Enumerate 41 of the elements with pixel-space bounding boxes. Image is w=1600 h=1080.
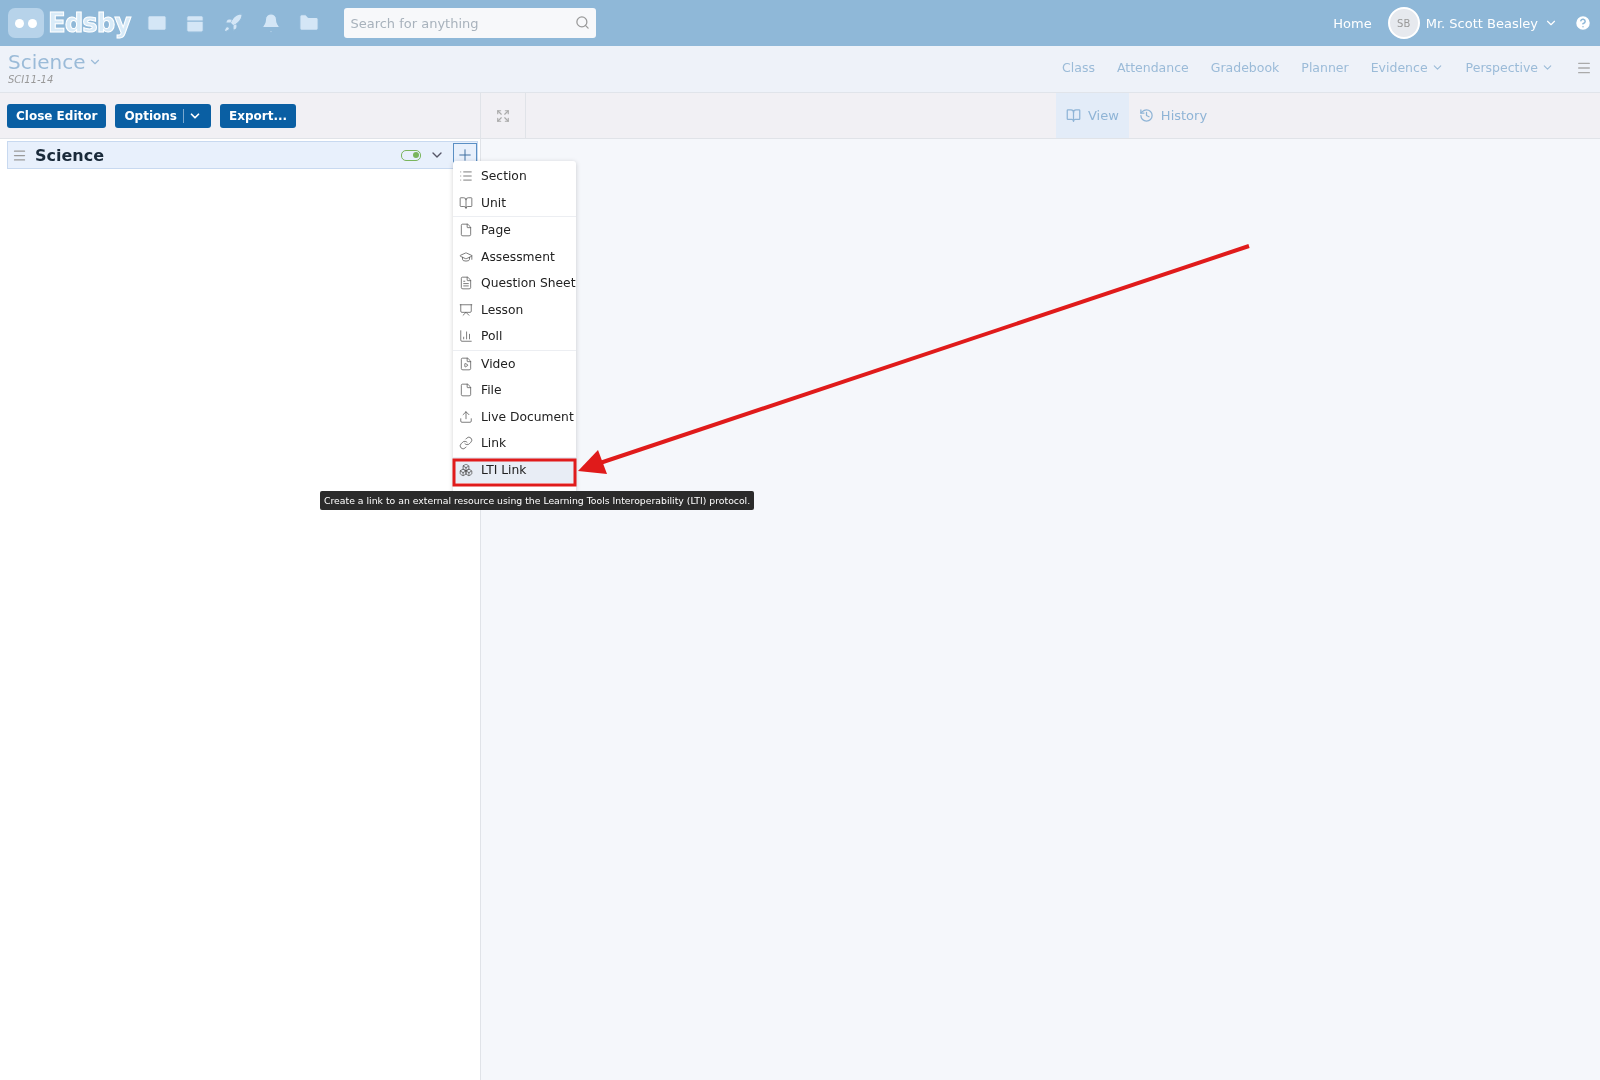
- document-icon: [459, 383, 473, 398]
- menu-item[interactable]: Assessment: [453, 243, 576, 270]
- upload-icon: [459, 409, 473, 424]
- menu-item[interactable]: Link: [453, 430, 576, 457]
- menu-item[interactable]: Lesson: [453, 296, 576, 323]
- outline-title: Science: [35, 145, 106, 165]
- class-code: SCI11-14: [8, 74, 55, 85]
- export-button[interactable]: Export...: [220, 103, 297, 128]
- graduation-cap-icon: [459, 249, 473, 264]
- options-button[interactable]: Options: [115, 103, 211, 128]
- help-icon[interactable]: [1574, 14, 1592, 32]
- video-file-icon: [459, 356, 473, 371]
- search-icon[interactable]: [575, 15, 591, 30]
- presentation-icon: [459, 302, 473, 317]
- document-icon: [459, 223, 473, 238]
- menu-item[interactable]: Video: [453, 350, 576, 377]
- edsby-logo: Edsby: [8, 8, 131, 38]
- boxes-icon: [459, 462, 473, 477]
- expand-icon[interactable]: [496, 108, 510, 123]
- tooltip: Create a link to an external resource using the Learning Tools Interoperability (LTI) protocol.: [320, 491, 755, 510]
- menu-item[interactable]: File: [453, 377, 576, 404]
- list-icon: [459, 169, 473, 184]
- menu-item[interactable]: Page: [453, 217, 576, 244]
- drag-handle-icon[interactable]: [12, 147, 27, 163]
- history-icon: [1138, 108, 1154, 123]
- menu-item[interactable]: Poll: [453, 323, 576, 350]
- outline-row[interactable]: Science: [7, 141, 478, 169]
- menu-item[interactable]: Question Sheet: [453, 270, 576, 297]
- sheet-icon: [459, 276, 473, 291]
- menu-item[interactable]: Unit: [453, 189, 576, 216]
- bar-chart-icon: [459, 329, 473, 344]
- menu-icon[interactable]: [1576, 60, 1592, 76]
- link-icon: [459, 436, 473, 451]
- search-field[interactable]: Search for anything: [344, 8, 597, 38]
- visibility-toggle[interactable]: [401, 149, 421, 161]
- rocket-icon[interactable]: [222, 12, 245, 34]
- menu-item[interactable]: Live Document: [453, 403, 576, 430]
- book-icon: [1066, 108, 1081, 123]
- book-icon: [459, 195, 473, 210]
- plus-icon: [456, 146, 474, 164]
- close-editor-button[interactable]: Close Editor: [7, 103, 107, 128]
